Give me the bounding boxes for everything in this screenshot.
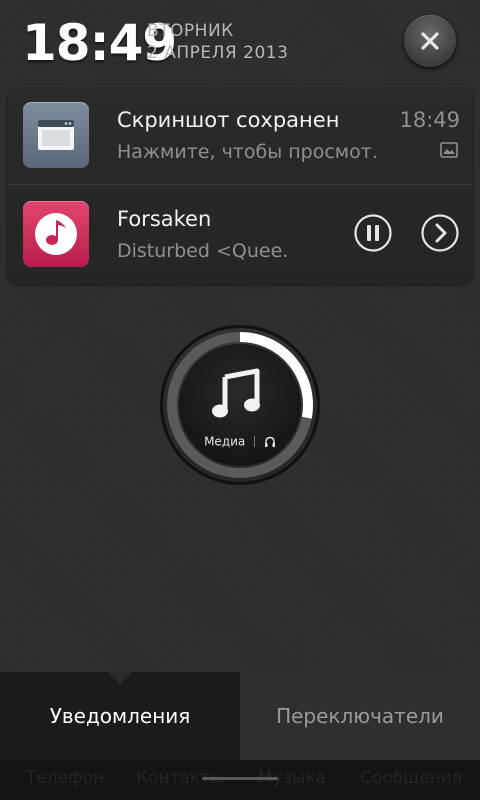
notification-header: 18:49 ВТОРНИК 2 АПРЕЛЯ 2013 — [0, 0, 480, 80]
notification-list: Скриншот сохранен Нажмите, чтобы просмот… — [8, 86, 472, 284]
weekday-label: ВТОРНИК — [147, 21, 234, 41]
headphones-icon — [264, 436, 275, 447]
media-label-row: Медиа — [158, 434, 322, 449]
date-block: ВТОРНИК 2 АПРЕЛЯ 2013 — [147, 20, 288, 64]
tab-bar: Уведомления Переключатели — [0, 672, 480, 760]
media-label: Медиа — [204, 434, 246, 449]
notification-music[interactable]: Forsaken Disturbed <Quee. — [8, 185, 472, 283]
active-tab-indicator — [108, 672, 132, 684]
label-separator — [254, 436, 256, 447]
drag-handle-bar[interactable]: Телефон Контакты Музыка Сообщения — [0, 760, 480, 800]
notification-subtitle: Нажмите, чтобы просмот. — [117, 141, 378, 163]
media-dial-graphic — [160, 325, 320, 485]
close-button[interactable] — [404, 15, 456, 67]
pause-icon[interactable] — [354, 214, 392, 252]
image-icon — [440, 142, 458, 158]
ghost-dock-label: Сообщения — [360, 768, 463, 788]
date-label: 2 АПРЕЛЯ 2013 — [147, 43, 289, 63]
next-icon[interactable] — [421, 214, 459, 252]
media-toggle-dial[interactable]: Медиа — [158, 323, 322, 487]
music-app-icon — [23, 201, 89, 267]
notification-title: Скриншот сохранен — [117, 108, 340, 132]
screenshot-app-icon — [23, 102, 89, 168]
notification-screenshot[interactable]: Скриншот сохранен Нажмите, чтобы просмот… — [8, 86, 472, 184]
notification-time: 18:49 — [399, 108, 460, 132]
ghost-dock-label: Телефон — [26, 768, 105, 788]
tab-toggles[interactable]: Переключатели — [240, 672, 480, 760]
tab-notifications[interactable]: Уведомления — [0, 672, 240, 760]
close-icon — [421, 32, 439, 50]
track-artist: Disturbed <Quee. — [117, 240, 289, 262]
drag-handle[interactable] — [202, 777, 278, 780]
track-title: Forsaken — [117, 207, 212, 231]
